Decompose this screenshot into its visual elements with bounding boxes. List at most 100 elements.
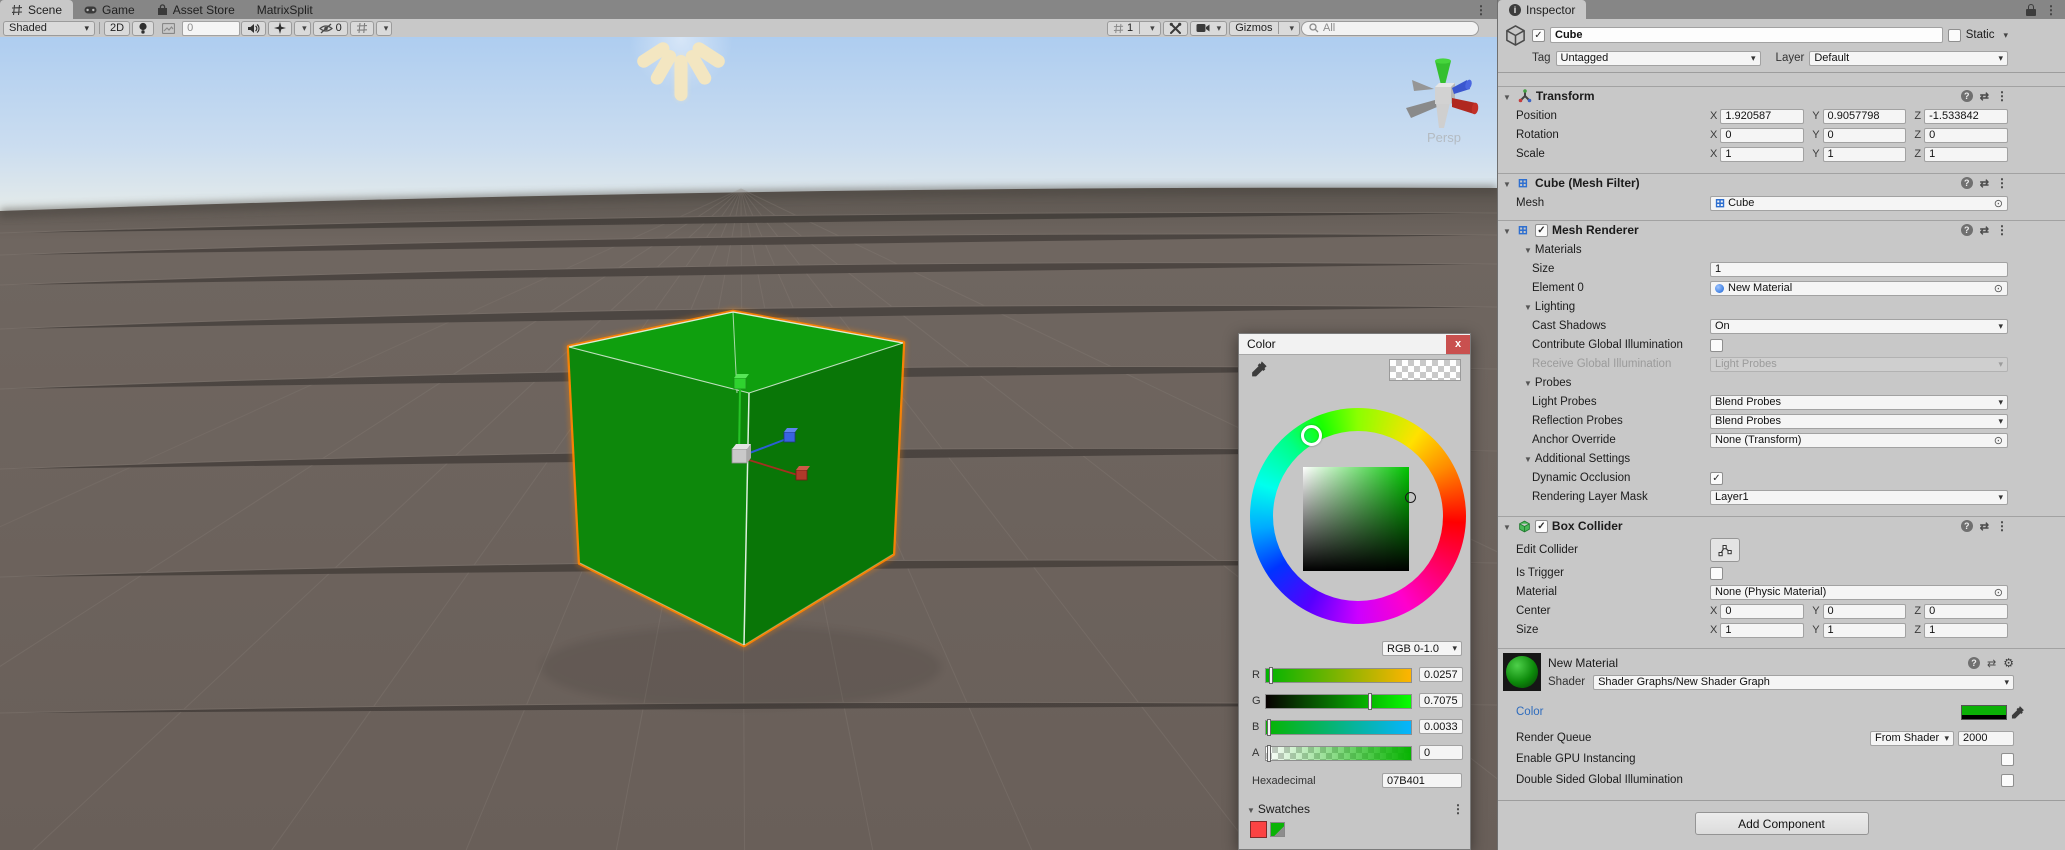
2d-toggle-button[interactable]: 2D [104,21,130,36]
color-mode-dropdown[interactable]: RGB 0-1.0 [1382,641,1462,656]
dynamic-occlusion-checkbox[interactable]: ✓ [1710,472,1723,485]
gear-icon[interactable]: ⚙ [2003,656,2014,670]
scale-z-field[interactable]: 1 [1924,147,2008,162]
scene-lighting-button[interactable] [132,21,154,36]
box-collider-enabled-checkbox[interactable]: ✓ [1535,520,1548,533]
gameobject-cube-icon[interactable] [1504,24,1527,47]
b-slider-handle[interactable] [1267,719,1271,736]
scale-x-field[interactable]: 1 [1720,147,1804,162]
scene-audio-button[interactable] [241,21,266,36]
probes-foldout[interactable]: Probes [1498,375,2008,391]
mesh-object-field[interactable]: ⊞Cube [1710,196,2008,211]
presets-icon[interactable]: ⇄ [1980,224,1989,237]
gpu-instancing-checkbox[interactable] [2001,753,2014,766]
rotation-z-field[interactable]: 0 [1924,128,2008,143]
inspector-menu-icon[interactable]: ⋮ [2045,3,2057,17]
swatches-header[interactable]: Swatches ⋮ [1247,802,1464,816]
component-menu-icon[interactable]: ⋮ [1996,176,2008,190]
color-window-titlebar[interactable]: Color x [1239,334,1470,355]
render-queue-value-field[interactable]: 2000 [1958,731,2014,746]
presets-icon[interactable]: ⇄ [1980,90,1989,103]
r-slider[interactable] [1265,668,1412,683]
help-icon[interactable]: ? [1961,520,1973,532]
scene-effects-dropdown[interactable]: ▾ [294,21,311,36]
scene-exposure-field[interactable]: 0 [182,21,240,36]
materials-size-field[interactable]: 1 [1710,262,2008,277]
rotation-y-field[interactable]: 0 [1823,128,1907,143]
saturation-value-cursor[interactable] [1405,492,1416,503]
tool-settings-button[interactable] [1163,21,1188,36]
tab-inspector[interactable]: i Inspector [1498,0,1586,19]
material-preview-sphere[interactable] [1503,653,1541,691]
scene-pane-menu-icon[interactable]: ⋮ [1475,3,1487,17]
edit-collider-button[interactable] [1710,538,1740,562]
size-z-field[interactable]: 1 [1924,623,2008,638]
static-checkbox[interactable] [1948,29,1961,42]
help-icon[interactable]: ? [1961,90,1973,102]
is-trigger-checkbox[interactable] [1710,567,1723,580]
position-x-field[interactable]: 1.920587 [1720,109,1804,124]
mesh-filter-header[interactable]: ⊞ Cube (Mesh Filter) ? ⇄ ⋮ [1498,173,2065,192]
scene-grid-visibility-button[interactable] [350,21,374,36]
shading-mode-dropdown[interactable]: Shaded [3,21,95,36]
component-menu-icon[interactable]: ⋮ [1996,519,2008,533]
gizmo-center-cube[interactable] [1435,87,1451,104]
a-slider[interactable] [1265,746,1412,761]
a-slider-handle[interactable] [1267,745,1271,762]
double-sided-gi-checkbox[interactable] [2001,774,2014,787]
gizmos-dropdown[interactable]: Gizmos ▾ [1229,21,1300,36]
scene-camera-button[interactable]: ▾ [1190,21,1228,36]
name-field[interactable]: Cube [1550,27,1943,43]
a-value-field[interactable]: 0 [1419,745,1463,760]
add-component-button[interactable]: Add Component [1695,812,1869,835]
scene-effects-button[interactable] [268,21,292,36]
anchor-override-field[interactable]: None (Transform) [1710,433,2008,448]
material-color-swatch[interactable] [1961,705,2007,720]
help-icon[interactable]: ? [1968,657,1980,669]
transform-header[interactable]: Transform ? ⇄ ⋮ [1498,86,2065,105]
g-value-field[interactable]: 0.7075 [1419,693,1463,708]
eyedropper-icon[interactable] [2011,705,2025,719]
reflection-probes-dropdown[interactable]: Blend Probes [1710,414,2008,429]
g-slider-handle[interactable] [1368,693,1372,710]
tab-matrixsplit[interactable]: MatrixSplit [246,0,324,19]
saturation-value-box[interactable] [1303,467,1409,571]
snap-increment-button[interactable]: 1 ▾ [1107,21,1161,36]
help-icon[interactable]: ? [1961,224,1973,236]
light-probes-dropdown[interactable]: Blend Probes [1710,395,2008,410]
center-z-field[interactable]: 0 [1924,604,2008,619]
contribute-gi-checkbox[interactable] [1710,339,1723,352]
help-icon[interactable]: ? [1961,177,1973,189]
presets-icon[interactable]: ⇄ [1980,177,1989,190]
center-x-field[interactable]: 0 [1720,604,1804,619]
scale-handle-center[interactable] [732,444,751,463]
swatch-add-current[interactable] [1270,822,1285,837]
scale-y-field[interactable]: 1 [1823,147,1907,162]
g-slider[interactable] [1265,694,1412,709]
component-menu-icon[interactable]: ⋮ [1996,223,2008,237]
hue-cursor[interactable] [1301,425,1322,446]
layer-dropdown[interactable]: Default [1809,51,2008,66]
shader-dropdown[interactable]: Shader Graphs/New Shader Graph [1593,675,2014,690]
active-checkbox[interactable]: ✓ [1532,29,1545,42]
position-y-field[interactable]: 0.9057798 [1823,109,1907,124]
mesh-renderer-enabled-checkbox[interactable]: ✓ [1535,224,1548,237]
swatches-menu-icon[interactable]: ⋮ [1452,802,1464,816]
element0-object-field[interactable]: New Material [1710,281,2008,296]
r-slider-handle[interactable] [1269,667,1273,684]
lock-icon[interactable] [2026,4,2036,16]
rendering-layer-mask-dropdown[interactable]: Layer1 [1710,490,2008,505]
b-value-field[interactable]: 0.0033 [1419,719,1463,734]
close-button[interactable]: x [1446,335,1470,354]
additional-settings-foldout[interactable]: Additional Settings [1498,451,2008,467]
tab-game[interactable]: Game [73,0,146,19]
render-queue-mode-dropdown[interactable]: From Shader [1870,731,1954,746]
center-y-field[interactable]: 0 [1823,604,1907,619]
size-x-field[interactable]: 1 [1720,623,1804,638]
tab-asset-store[interactable]: Asset Store [146,0,246,19]
b-slider[interactable] [1265,720,1412,735]
size-y-field[interactable]: 1 [1823,623,1907,638]
eyedropper-icon[interactable] [1251,360,1268,377]
scene-visibility-button[interactable]: 0 [313,21,348,36]
cast-shadows-dropdown[interactable]: On [1710,319,2008,334]
